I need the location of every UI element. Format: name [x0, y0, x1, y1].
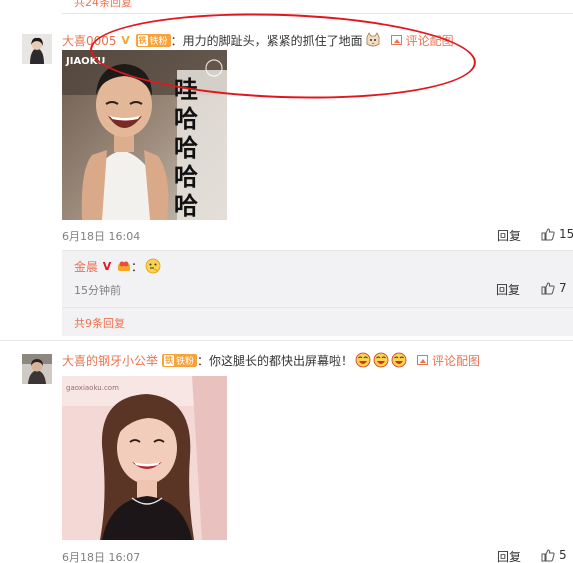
smiling-woman-gif: gaoxiaoku.com	[62, 376, 227, 540]
verified-v-icon: V	[121, 33, 130, 47]
image-text-4: 哈	[174, 163, 198, 191]
more-replies-link[interactable]: 共9条回复	[74, 315, 125, 331]
laugh-cry-emoji-icon	[373, 352, 389, 368]
comment1-image[interactable]: JIAOKU 哇 哈 哈 哈 哈	[62, 50, 227, 220]
comment2-date: 6月18日 16:07	[62, 551, 141, 563]
comment2-like-button[interactable]: 5	[541, 548, 567, 562]
more-replies-link-top[interactable]: 共24条回复	[74, 0, 132, 10]
fan-badge[interactable]: 铁铁粉	[135, 33, 171, 47]
comment1-text: ：用力的脚趾头，紧紧的抓住了地面	[170, 33, 363, 48]
laugh-cry-emoji-icon	[355, 352, 371, 368]
laughing-man-gif: JIAOKU 哇 哈 哈 哈 哈	[62, 50, 227, 220]
picture-icon	[390, 35, 402, 45]
thumbs-up-icon	[541, 227, 555, 240]
thumbs-up-icon	[541, 548, 555, 561]
comment2-text: ：你这腿长的都快出屏幕啦！	[197, 353, 354, 368]
comment1-date: 6月18日 16:04	[62, 230, 141, 243]
fan-badge-label: 铁粉	[176, 356, 195, 367]
comment2-like-count: 5	[559, 548, 567, 562]
comment1-reply-button[interactable]: 回复	[497, 227, 521, 244]
comment1-like-count: 15	[559, 227, 573, 241]
thumbs-up-icon	[541, 281, 555, 294]
thinking-emoji-icon	[145, 258, 161, 274]
comment1-header: 大喜0005 V 铁铁粉 ：用力的脚趾头，紧紧的抓住了地面 评论配图	[62, 31, 454, 49]
image-watermark: gaoxiaoku.com	[66, 384, 119, 392]
member-crown-icon	[118, 261, 131, 271]
image-text-2: 哈	[174, 105, 198, 133]
verified-v-red-icon: V	[102, 259, 112, 273]
reply1-author[interactable]: 金晨	[74, 258, 98, 275]
fan-badge[interactable]: 铁铁粉	[162, 353, 198, 367]
comment1-pic-link[interactable]: 评论配图	[390, 32, 454, 49]
image-text-1: 哇	[174, 76, 198, 104]
comment1-author[interactable]: 大喜0005	[62, 32, 117, 49]
comment-divider	[0, 340, 573, 341]
avatar-image	[22, 354, 52, 384]
image-text-3: 哈	[174, 134, 198, 162]
picture-icon	[417, 355, 429, 365]
laugh-cry-emoji-icon	[391, 352, 407, 368]
top-strip: 共24条回复	[62, 0, 573, 14]
comment2-header: 大喜的钢牙小公举 铁铁粉 ：你这腿长的都快出屏幕啦！ 评论配图	[62, 351, 480, 369]
cat-emoji-icon	[366, 32, 379, 47]
reply-separator	[62, 307, 573, 308]
avatar-comment2[interactable]	[22, 354, 52, 384]
reply1-text: ：	[131, 259, 144, 274]
fan-badge-label: 铁粉	[149, 36, 168, 47]
reply1-header: 金晨 V ：	[74, 257, 161, 275]
comment2-author[interactable]: 大喜的钢牙小公举	[62, 352, 158, 369]
reply1-like-button[interactable]: 7	[541, 281, 567, 295]
comment2-image[interactable]: gaoxiaoku.com	[62, 376, 227, 540]
comment2-pic-link[interactable]: 评论配图	[417, 352, 480, 369]
comment1-like-button[interactable]: 15	[541, 227, 573, 241]
pic-link-label: 评论配图	[432, 353, 481, 368]
image-watermark: JIAOKU	[65, 56, 105, 67]
pic-link-label: 评论配图	[405, 33, 454, 48]
reply1-time: 15分钟前	[74, 284, 121, 297]
reply1-reply-button[interactable]: 回复	[496, 281, 520, 298]
avatar-comment1[interactable]	[22, 34, 52, 64]
reply1-like-count: 7	[559, 281, 567, 295]
image-text-5: 哈	[174, 192, 198, 220]
comment2-reply-button[interactable]: 回复	[497, 548, 521, 563]
avatar-image	[22, 34, 52, 64]
